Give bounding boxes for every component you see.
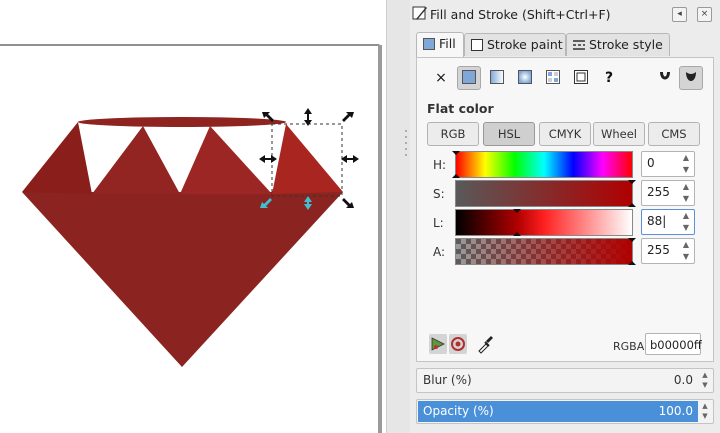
slider-marker (628, 261, 636, 265)
spin-down-icon[interactable]: ▼ (699, 412, 711, 421)
blur-label: Blur (%) (423, 373, 472, 387)
drawing[interactable] (0, 0, 390, 433)
tab-stroke-paint-label: Stroke paint (487, 37, 563, 52)
tab-stroke-style[interactable]: Stroke style (566, 33, 670, 56)
alpha-spinbutton[interactable]: 255 ▲ ▼ (641, 238, 695, 264)
lightness-spinbutton[interactable]: 88| ▲ ▼ (641, 209, 695, 235)
fill-panel: × ? Flat color RGB HSL CMYK Wheel CMS H: (416, 57, 714, 362)
radial-gradient-icon[interactable] (513, 66, 537, 90)
fill-rule-evenodd-icon[interactable] (653, 66, 677, 90)
spin-down-icon[interactable]: ▼ (681, 252, 691, 262)
linear-gradient-icon[interactable] (485, 66, 509, 90)
rgba-input[interactable]: b00000ff (645, 333, 702, 355)
opacity-label: Opacity (%) (423, 404, 494, 418)
mode-cms-button[interactable]: CMS (648, 122, 700, 146)
slider-marker (628, 180, 636, 184)
unset-paint-icon[interactable]: ? (597, 66, 621, 90)
hue-spinbutton[interactable]: 0 ▲ ▼ (641, 151, 695, 177)
opacity-spinslider[interactable]: Opacity (%) 100.0 ▲ ▼ (416, 399, 714, 424)
saturation-value: 255 (647, 185, 670, 199)
saturation-spinbutton[interactable]: 255 ▲ ▼ (641, 180, 695, 206)
spin-up-icon[interactable]: ▲ (681, 211, 691, 221)
tab-stroke-style-label: Stroke style (589, 37, 663, 52)
stroke-style-tab-icon (573, 39, 585, 50)
fill-stroke-icon (412, 6, 427, 20)
no-paint-icon[interactable]: × (429, 66, 453, 90)
fill-stroke-dialog: Fill and Stroke (Shift+Ctrl+F) ◂ × Fill … (410, 0, 720, 433)
tab-fill[interactable]: Fill (416, 32, 464, 57)
slider-marker (628, 203, 636, 207)
out-of-gamut-icon[interactable] (449, 334, 467, 354)
mode-rgb-button[interactable]: RGB (427, 122, 479, 146)
slider-marker (452, 151, 460, 155)
stroke-paint-tab-icon (471, 38, 483, 51)
lightness-slider[interactable] (455, 209, 633, 236)
mode-wheel-button[interactable]: Wheel (593, 122, 645, 146)
blur-spinslider[interactable]: Blur (%) 0.0 ▲ ▼ (416, 368, 714, 393)
fill-rule-nonzero-icon[interactable] (679, 66, 703, 90)
flat-color-icon[interactable] (457, 66, 481, 90)
ruby-table (78, 117, 286, 127)
dialog-titlebar: Fill and Stroke (Shift+Ctrl+F) ◂ × (410, 0, 720, 28)
canvas[interactable] (0, 0, 390, 433)
grip-dot (405, 154, 407, 156)
hue-value: 0 (647, 156, 655, 170)
mode-hsl-button[interactable]: HSL (483, 122, 535, 146)
lightness-value: 88| (647, 214, 667, 228)
spin-down-icon[interactable]: ▼ (681, 165, 691, 175)
eyedropper-icon[interactable] (475, 334, 493, 354)
flat-color-heading: Flat color (427, 101, 494, 116)
slider-marker (513, 209, 521, 213)
slider-marker (452, 174, 460, 178)
spin-down-icon[interactable]: ▼ (699, 381, 711, 390)
grip-dot (405, 136, 407, 138)
close-button[interactable]: × (697, 7, 712, 22)
grip-dot (405, 142, 407, 144)
spin-down-icon[interactable]: ▼ (681, 223, 691, 233)
spin-down-icon[interactable]: ▼ (681, 194, 691, 204)
dock-splitter[interactable] (386, 0, 411, 433)
blur-value: 0.0 (673, 373, 693, 387)
tab-fill-label: Fill (439, 36, 456, 51)
mode-cmyk-button[interactable]: CMYK (539, 122, 591, 146)
swatch-icon[interactable] (569, 66, 593, 90)
spin-up-icon[interactable]: ▲ (681, 182, 691, 192)
dialog-title: Fill and Stroke (Shift+Ctrl+F) (430, 7, 611, 22)
spin-up-icon[interactable]: ▲ (681, 153, 691, 163)
pattern-icon[interactable] (541, 66, 565, 90)
opacity-value: 100.0 (658, 404, 693, 418)
rgba-label: RGBA: (613, 340, 648, 353)
color-managed-icon[interactable] (429, 334, 447, 354)
spin-up-icon[interactable]: ▲ (699, 402, 711, 411)
fill-tab-icon (423, 37, 435, 50)
saturation-label: S: (433, 187, 445, 201)
alpha-label: A: (433, 245, 446, 259)
iconify-button[interactable]: ◂ (672, 7, 687, 22)
alpha-value: 255 (647, 243, 670, 257)
page-shadow (378, 45, 382, 433)
slider-marker (628, 238, 636, 242)
tab-stroke-paint[interactable]: Stroke paint (464, 33, 566, 56)
hue-label: H: (433, 158, 447, 172)
spin-up-icon[interactable]: ▲ (681, 240, 691, 250)
hue-slider[interactable] (452, 151, 633, 178)
saturation-slider[interactable] (455, 180, 636, 207)
grip-dot (405, 148, 407, 150)
tab-bar: Fill Stroke paint Stroke style (416, 32, 716, 57)
slider-marker (513, 232, 521, 236)
grip-dot (405, 130, 407, 132)
lightness-label: L: (433, 216, 444, 230)
spin-up-icon[interactable]: ▲ (699, 371, 711, 380)
alpha-slider[interactable] (455, 238, 636, 265)
